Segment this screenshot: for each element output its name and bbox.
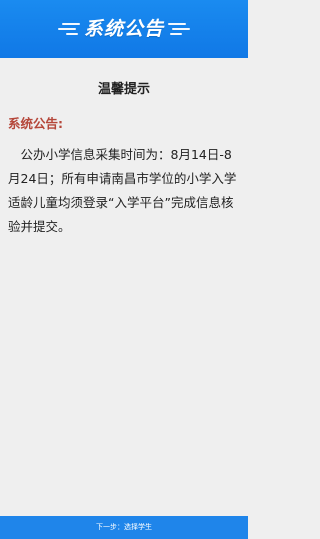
next-step-button[interactable]: 下一步：选择学生 — [0, 516, 248, 539]
right-speed-lines-decoration — [172, 28, 190, 30]
page-title: 系统公告 — [83, 18, 164, 40]
announcement-page: 系统公告 温馨提示 系统公告: 公办小学信息采集时间为：8月14日-8月24日；… — [0, 0, 248, 539]
notice-title: 温馨提示 — [97, 82, 150, 97]
notice-body: 公办小学信息采集时间为：8月14日-8月24日；所有申请南昌市学位的小学入学适龄… — [8, 147, 237, 234]
right-speed-lines-decoration — [170, 33, 182, 35]
right-speed-lines-decoration — [168, 23, 186, 25]
section-label: 系统公告: — [8, 116, 63, 131]
header-banner: 系统公告 — [0, 0, 248, 58]
